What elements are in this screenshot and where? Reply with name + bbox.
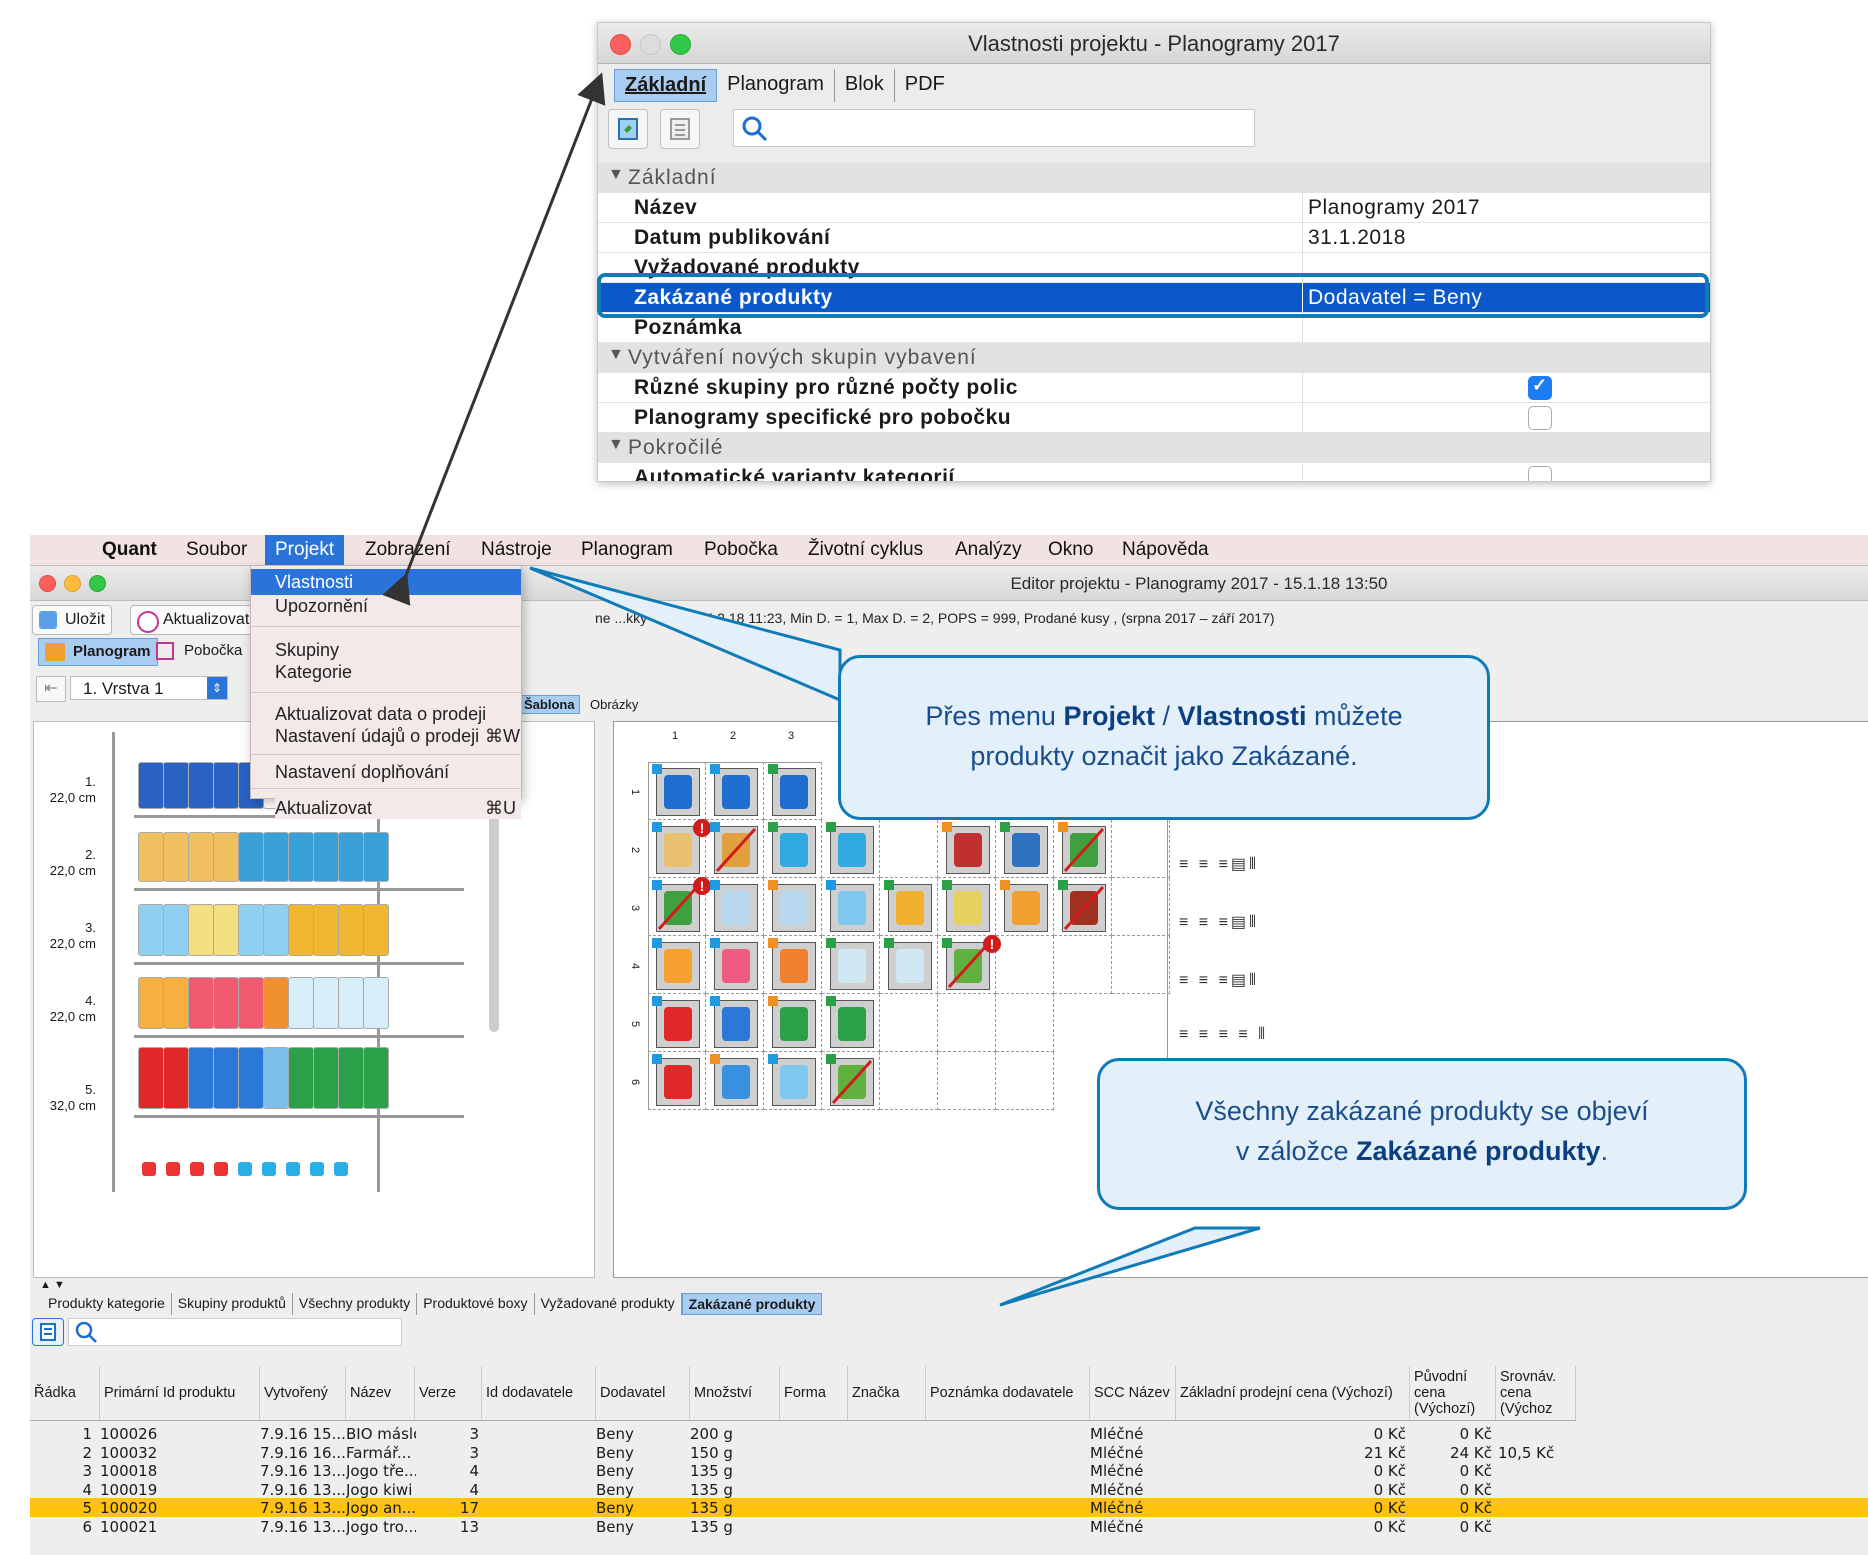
callout-pointer (529, 566, 842, 703)
callout-zakazane-tab: Všechny zakázané produkty se objeví v zál… (1097, 1058, 1747, 1210)
callout-menu-vlastnosti: Přes menu Projekt / Vlastnosti můžete pro… (838, 655, 1490, 820)
double-arrow (382, 72, 606, 606)
callout-pointer (999, 1226, 1261, 1307)
